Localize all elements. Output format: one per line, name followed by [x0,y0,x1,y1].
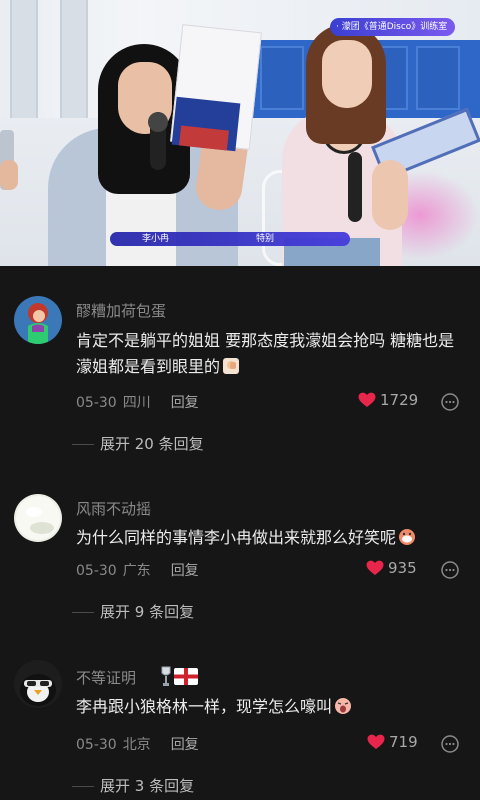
divider-line [72,786,94,787]
heart-icon [358,392,376,412]
like-button[interactable]: 935 [366,559,417,580]
comment-location: 广东 [122,563,151,579]
window-frame [10,0,38,120]
microphone-head [148,112,168,132]
hand-edge [0,160,18,190]
comment-date: 05-30 [76,737,117,753]
expand-replies-button[interactable]: 展开 3 条回复 [72,775,194,796]
crying-emoji-icon [398,528,416,546]
comment-text: 李冉跟小狼格林一样，现学怎么嚎叫 [76,694,464,720]
person-right-face [322,40,372,108]
caption-name: 李小冉 [142,234,170,244]
more-options-icon[interactable] [440,392,460,412]
comment-location: 四川 [122,395,151,411]
comment-list[interactable]: 醪糟加荷包蛋 肯定不是躺平的姐姐 要那态度我濛姐会抢吗 糖糖也是 濛姐都是看到眼… [0,266,480,800]
video-player[interactable]: · 濛团《普通Disco》训练室 李小冉 特别 [0,0,480,266]
microphone [348,152,362,222]
expand-replies-button[interactable]: 展开 9 条回复 [72,601,194,622]
comment-username[interactable]: 醪糟加荷包蛋 [76,300,166,321]
caption-tag: 特别 [256,234,275,244]
comment-username[interactable]: 不等证明 [76,667,136,688]
heart-icon [367,734,385,754]
more-options-icon[interactable] [440,734,460,754]
like-count: 1729 [380,391,419,409]
england-flag-trophy-badge-icon [160,664,198,688]
comment-meta: 05-30 四川 回复 [76,392,199,412]
window-frame [60,0,88,120]
comment-meta: 05-30 北京 回复 [76,734,199,754]
comment-meta: 05-30 广东 回复 [76,560,199,580]
like-count: 719 [389,733,418,751]
comment-username[interactable]: 风雨不动摇 [76,498,151,519]
caption-bar: 李小冉 特别 [110,232,350,246]
like-button[interactable]: 719 [367,733,418,754]
divider-line [72,612,94,613]
reply-button[interactable]: 回复 [171,395,199,411]
more-options-icon[interactable] [440,560,460,580]
comment-date: 05-30 [76,395,117,411]
facepalm-emoji-icon [222,357,240,375]
show-title-tag: · 濛团《普通Disco》训练室 [330,18,456,36]
mermaid-avatar-icon[interactable] [14,296,62,344]
like-count: 935 [388,559,417,577]
reply-button[interactable]: 回复 [171,737,199,753]
person-right-arm [372,160,408,230]
expand-replies-button[interactable]: 展开 20 条回复 [72,433,204,454]
comment-text: 为什么同样的事情李小冉做出来就那么好笑呢 [76,525,464,551]
comment-date: 05-30 [76,563,117,579]
reply-button[interactable]: 回复 [171,563,199,579]
comment-location: 北京 [122,737,151,753]
like-button[interactable]: 1729 [358,391,418,412]
divider-line [72,444,94,445]
heart-icon [366,560,384,580]
comment-text: 肯定不是躺平的姐姐 要那态度我濛姐会抢吗 糖糖也是 濛姐都是看到眼里的 [76,331,455,376]
white-ball-avatar-icon[interactable] [14,494,62,542]
penguin-avatar-icon[interactable] [14,660,62,708]
wailing-emoji-icon [334,697,352,715]
